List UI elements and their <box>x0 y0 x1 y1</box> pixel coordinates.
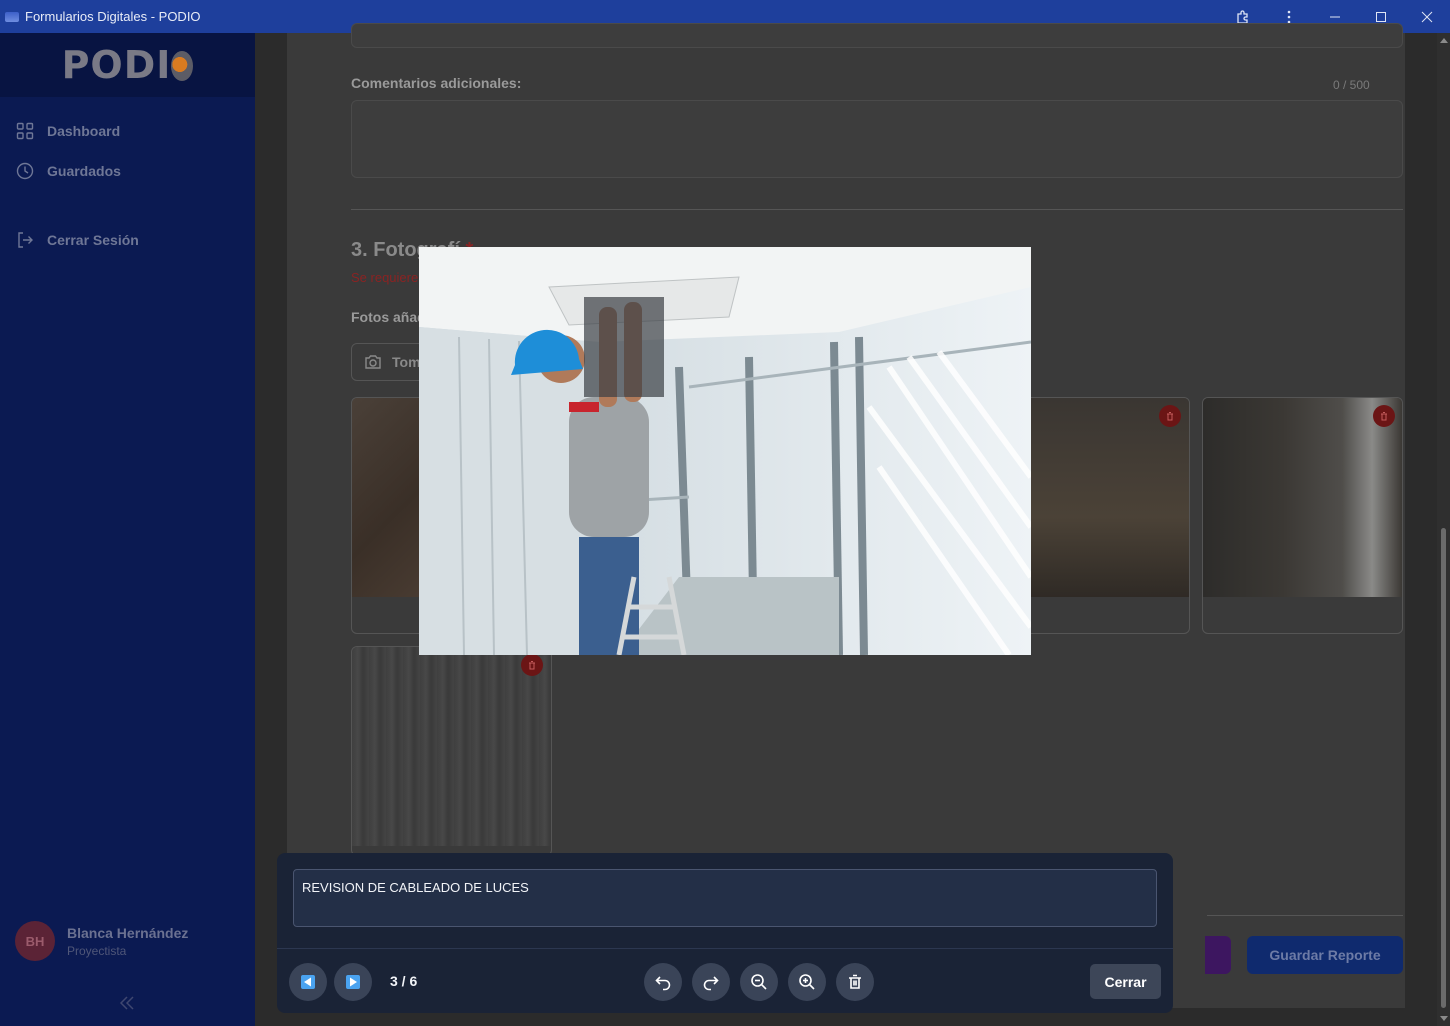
photo-thumbnail[interactable] <box>351 646 552 856</box>
next-icon <box>346 975 360 989</box>
scrollbar[interactable] <box>1437 33 1450 1026</box>
panel-divider <box>277 948 1173 949</box>
logo-area: PODI <box>0 33 255 97</box>
trash-icon <box>1381 412 1387 421</box>
save-report-button[interactable]: Guardar Reporte <box>1247 936 1403 974</box>
delete-photo-button[interactable] <box>836 963 874 1001</box>
zoom-in-button[interactable] <box>788 963 826 1001</box>
sidebar-item-label: Guardados <box>47 163 121 179</box>
secondary-action-button[interactable] <box>1205 936 1231 974</box>
sidebar-item-label: Dashboard <box>47 123 121 139</box>
scroll-up-arrow[interactable] <box>1440 38 1448 43</box>
camera-icon <box>365 355 381 369</box>
zoom-out-button[interactable] <box>740 963 778 1001</box>
photo-viewer-panel: REVISION DE CABLEADO DE LUCES 3 / 6 Cerr… <box>277 853 1173 1013</box>
sidebar: PODI Dashboard Guardados Cerrar Sesión B… <box>0 33 255 1026</box>
trash-icon <box>849 974 861 989</box>
podio-logo: PODI <box>62 43 194 87</box>
section-divider <box>351 209 1403 210</box>
photo-counter: 3 / 6 <box>390 973 418 989</box>
sidebar-item-dashboard[interactable]: Dashboard <box>0 111 255 151</box>
chevrons-left-icon[interactable] <box>117 993 137 1013</box>
previous-photo-button[interactable] <box>289 963 327 1001</box>
clock-icon <box>16 162 34 180</box>
delete-photo-button[interactable] <box>1373 405 1395 427</box>
scroll-down-arrow[interactable] <box>1440 1016 1448 1021</box>
trash-icon <box>529 661 535 670</box>
close-viewer-button[interactable]: Cerrar <box>1090 964 1161 999</box>
comments-label: Comentarios adicionales: <box>351 75 522 91</box>
logout-icon <box>18 232 33 248</box>
undo-rotate-icon <box>655 976 671 991</box>
viewer-photo <box>419 247 1031 655</box>
window-title: Formularios Digitales - PODIO <box>25 9 201 24</box>
grid-icon <box>16 122 34 140</box>
zoom-out-icon <box>751 974 767 990</box>
zoom-in-icon <box>799 974 815 990</box>
previous-icon <box>301 975 315 989</box>
scroll-thumb[interactable] <box>1441 528 1446 1008</box>
user-name: Blanca Hernández <box>67 924 189 941</box>
app-icon <box>5 11 19 22</box>
comments-counter: 0 / 500 <box>1333 78 1370 92</box>
photo-illustration <box>419 247 1031 655</box>
rotate-left-button[interactable] <box>644 963 682 1001</box>
trash-icon <box>1167 412 1173 421</box>
next-photo-button[interactable] <box>334 963 372 1001</box>
sidebar-item-label: Cerrar Sesión <box>47 232 139 248</box>
sidebar-item-logout[interactable]: Cerrar Sesión <box>0 220 255 260</box>
actions-divider <box>1207 915 1403 916</box>
delete-photo-button[interactable] <box>1159 405 1181 427</box>
redo-rotate-icon <box>703 976 719 991</box>
rotate-right-button[interactable] <box>692 963 730 1001</box>
user-profile[interactable]: BH Blanca Hernández Proyectista <box>15 921 188 961</box>
avatar: BH <box>15 921 55 961</box>
previous-textarea[interactable] <box>351 23 1403 48</box>
user-role: Proyectista <box>67 943 127 958</box>
close-window-icon[interactable] <box>1404 0 1450 33</box>
sidebar-item-guardados[interactable]: Guardados <box>0 151 255 191</box>
caption-textarea[interactable]: REVISION DE CABLEADO DE LUCES <box>293 869 1157 927</box>
comments-textarea[interactable] <box>351 100 1403 178</box>
delete-photo-button[interactable] <box>521 654 543 676</box>
photo-thumbnail[interactable] <box>1202 397 1403 634</box>
